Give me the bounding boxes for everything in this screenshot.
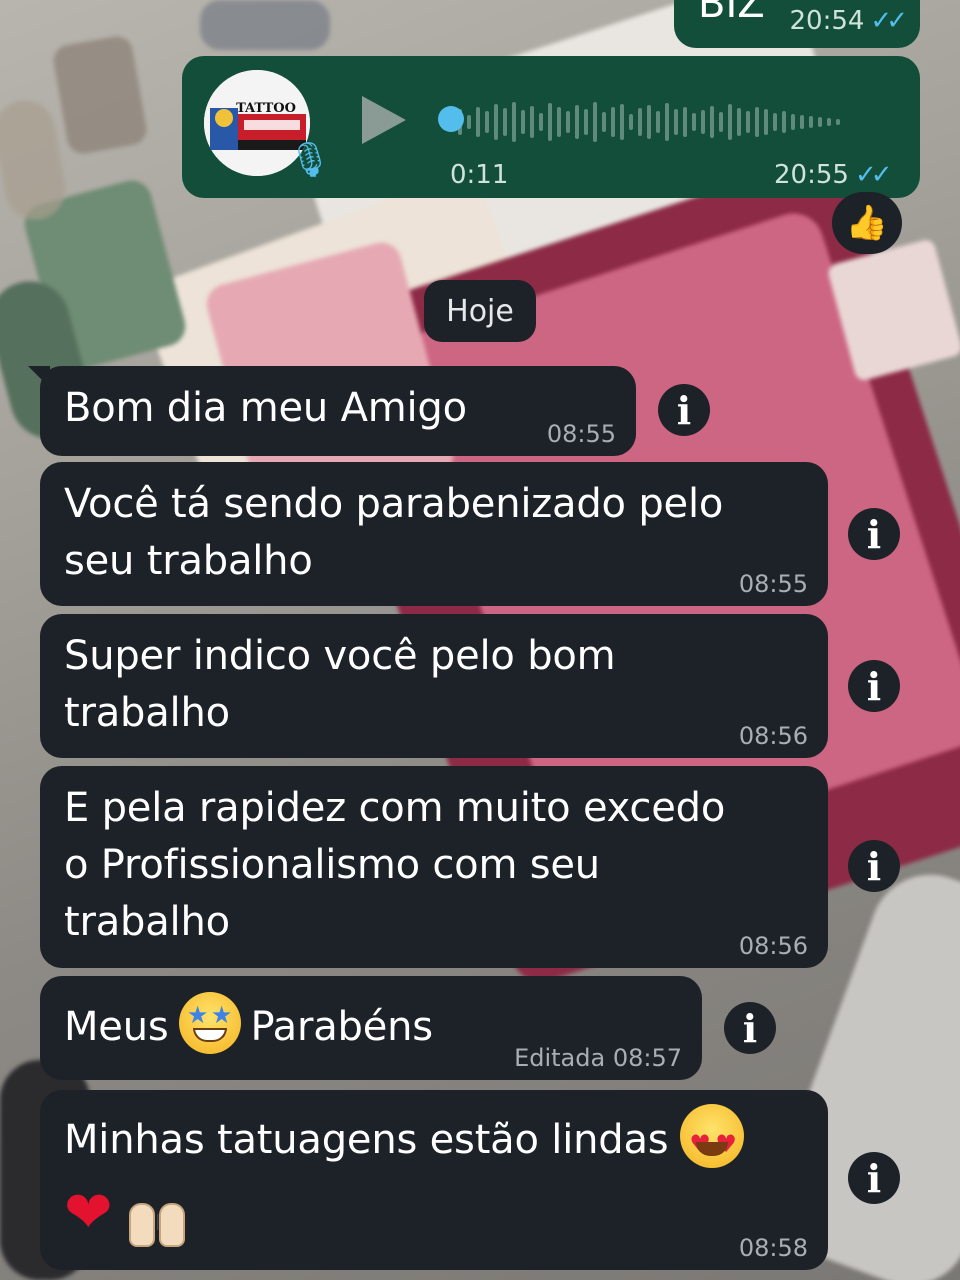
outgoing-message[interactable]: BIZ 20:54 ✓✓ [674, 0, 920, 48]
waveform-bar [746, 111, 750, 133]
incoming-message[interactable]: Super indico você pelo bom trabalho 08:5… [40, 614, 828, 758]
heart-eyes-emoji-icon: ♥♥ [680, 1104, 745, 1168]
raising-hands-icon: \ | / [125, 1191, 189, 1251]
message-text: BIZ [698, 0, 765, 27]
audio-waveform[interactable] [440, 100, 880, 144]
waveform-bar [755, 107, 759, 137]
waveform-bar [530, 106, 534, 138]
message-text: Meus ★ ★ Parabéns [64, 992, 433, 1060]
message-time: 08:56 [738, 932, 808, 960]
message-text: Bom dia meu Amigo [64, 385, 467, 431]
incoming-message[interactable]: Minhas tatuagens estão lindas♥♥ ❤ \ | / … [40, 1090, 828, 1270]
info-icon[interactable]: i [848, 840, 900, 892]
info-icon[interactable]: i [724, 1002, 776, 1054]
info-icon[interactable]: i [848, 1152, 900, 1204]
waveform-bar [575, 105, 579, 139]
waveform-bar [602, 112, 606, 132]
message-time: 20:54 ✓✓ [789, 6, 907, 36]
incoming-message[interactable]: Bom dia meu Amigo 08:55 [28, 366, 636, 456]
red-heart-icon: ❤ [64, 1178, 113, 1246]
read-ticks-icon: ✓✓ [854, 160, 892, 190]
waveform-bar [539, 113, 543, 131]
thumbs-up-icon: 👍 [845, 203, 889, 243]
waveform-bar [548, 103, 552, 141]
message-text: Super indico você pelo bom trabalho [64, 633, 616, 736]
message-time: 20:55 ✓✓ [774, 160, 892, 190]
waveform-bar [656, 111, 660, 133]
waveform-bar [593, 102, 597, 142]
waveform-bar [827, 118, 831, 126]
waveform-bar [494, 104, 498, 140]
waveform-bar [629, 114, 633, 130]
waveform-bar [620, 104, 624, 140]
incoming-message[interactable]: Você tá sendo parabenizado pelo seu trab… [40, 462, 828, 606]
mic-icon: 🎙 [288, 140, 332, 180]
waveform-bar [638, 108, 642, 136]
info-icon[interactable]: i [658, 384, 710, 436]
incoming-message[interactable]: E pela rapidez com muito excedo o Profis… [40, 766, 828, 968]
audio-duration: 0:11 [450, 160, 509, 190]
message-time: 08:58 [738, 1234, 808, 1262]
waveform-bar [503, 108, 507, 136]
waveform-bar [467, 115, 471, 129]
message-text: E pela rapidez com muito excedo o Profis… [64, 785, 726, 945]
waveform-bar [584, 109, 588, 135]
edited-label: Editada [514, 1044, 606, 1072]
waveform-bar [800, 115, 804, 129]
audio-scrubber[interactable] [438, 106, 464, 132]
waveform-bar [809, 116, 813, 128]
waveform-bar [764, 109, 768, 135]
message-time: Editada 08:57 [514, 1044, 682, 1072]
waveform-bar [692, 113, 696, 131]
waveform-bar [773, 113, 777, 131]
date-separator: Hoje [424, 280, 536, 342]
waveform-bar [485, 111, 489, 133]
read-ticks-icon: ✓✓ [870, 6, 907, 36]
waveform-bar [674, 109, 678, 135]
waveform-bar [683, 107, 687, 137]
waveform-bar [710, 106, 714, 138]
play-icon[interactable] [362, 96, 406, 144]
waveform-bar [791, 114, 795, 130]
waveform-bar [701, 110, 705, 134]
waveform-bar [719, 112, 723, 132]
waveform-bar [512, 102, 516, 142]
message-text: Minhas tatuagens estão lindas♥♥ ❤ \ | / [64, 1104, 745, 1251]
waveform-bar [557, 107, 561, 137]
waveform-bar [476, 107, 480, 137]
message-time: 08:55 [546, 420, 616, 448]
waveform-bar [818, 117, 822, 127]
waveform-bar [728, 104, 732, 140]
reaction-badge[interactable]: 👍 [832, 192, 902, 254]
svg-text:TATTOO: TATTOO [236, 101, 296, 116]
message-time: 08:55 [738, 570, 808, 598]
message-text: Você tá sendo parabenizado pelo seu trab… [64, 481, 724, 584]
message-time: 08:56 [738, 722, 808, 750]
info-icon[interactable]: i [848, 508, 900, 560]
waveform-bar [665, 103, 669, 141]
waveform-bar [566, 111, 570, 133]
waveform-bar [836, 119, 840, 125]
waveform-bar [647, 105, 651, 139]
incoming-message[interactable]: Meus ★ ★ Parabéns Editada 08:57 [40, 976, 702, 1080]
star-struck-emoji-icon: ★ ★ [178, 992, 241, 1054]
waveform-bar [782, 111, 786, 133]
waveform-bar [611, 107, 615, 137]
waveform-bar [737, 108, 741, 136]
info-icon[interactable]: i [848, 660, 900, 712]
waveform-bar [521, 110, 525, 134]
